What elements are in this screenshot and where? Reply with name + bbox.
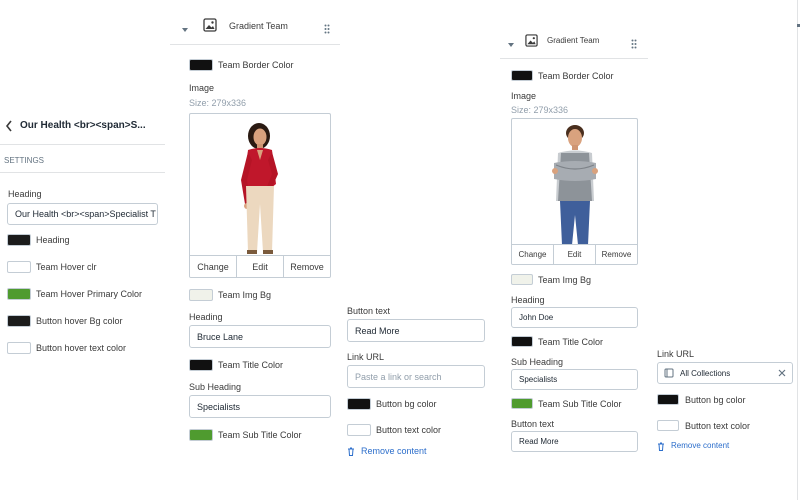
button-bg-label: Button bg color xyxy=(685,395,746,405)
img-bg-label: Team Img Bg xyxy=(218,290,272,300)
subheading-label: Sub Heading xyxy=(511,357,564,367)
image-size: Size: 279x336 xyxy=(189,98,247,108)
trash-icon xyxy=(348,447,354,456)
button-text-label: Button text xyxy=(511,419,555,429)
change-image-button[interactable]: Change xyxy=(190,256,236,277)
link-url-input[interactable]: Paste a link or search xyxy=(347,365,485,388)
remove-image-button[interactable]: Remove xyxy=(595,245,637,264)
chevron-left-icon xyxy=(5,120,12,132)
block-title: Gradient Team xyxy=(547,36,600,45)
link-url-input[interactable]: All Collections xyxy=(657,362,793,384)
image-preview xyxy=(528,119,622,245)
button-text-label: Button text xyxy=(347,306,391,316)
remove-content-label: Remove content xyxy=(361,446,427,456)
divider xyxy=(0,144,165,145)
link-url-label: Link URL xyxy=(347,352,385,362)
button-bg-label: Button bg color xyxy=(376,399,437,409)
subtitle-color-label: Team Sub Title Color xyxy=(218,430,302,440)
subheading-label: Sub Heading xyxy=(189,382,242,392)
border-color-label: Team Border Color xyxy=(218,60,294,70)
button-bg-swatch[interactable] xyxy=(657,394,679,405)
collapse-toggle[interactable] xyxy=(507,36,517,47)
block-title: Gradient Team xyxy=(229,21,288,31)
image-block-icon xyxy=(525,34,538,47)
subtitle-color-swatch[interactable] xyxy=(511,398,533,409)
woman-photo xyxy=(241,123,278,254)
collapse-toggle[interactable] xyxy=(181,21,191,32)
image-actions: Change Edit Remove xyxy=(190,255,330,277)
heading-input[interactable]: Bruce Lane xyxy=(189,325,331,348)
button-text-color-label: Button text color xyxy=(685,421,751,431)
title-color-swatch[interactable] xyxy=(511,336,533,347)
link-url-label: Link URL xyxy=(657,349,695,359)
man-photo xyxy=(552,125,598,245)
color-swatch[interactable] xyxy=(7,342,31,354)
trash-icon xyxy=(658,442,664,451)
button-text-color-label: Button text color xyxy=(376,425,442,435)
image-picker: Change Edit Remove xyxy=(511,118,638,265)
collection-icon xyxy=(664,368,674,378)
remove-image-button[interactable]: Remove xyxy=(283,256,330,277)
img-bg-label: Team Img Bg xyxy=(538,275,592,285)
subtitle-color-label: Team Sub Title Color xyxy=(538,399,622,409)
divider xyxy=(170,44,340,45)
edit-image-button[interactable]: Edit xyxy=(553,245,595,264)
back-button[interactable] xyxy=(4,119,16,133)
remove-content-button[interactable]: Remove content xyxy=(347,446,457,456)
remove-content-label: Remove content xyxy=(671,441,730,450)
change-image-button[interactable]: Change xyxy=(512,245,553,264)
image-actions: Change Edit Remove xyxy=(512,244,637,264)
title-color-label: Team Title Color xyxy=(538,337,604,347)
link-url-value: All Collections xyxy=(680,368,731,378)
drag-handle-icon[interactable] xyxy=(324,21,330,34)
border-color-swatch[interactable] xyxy=(189,59,213,71)
image-label: Image xyxy=(189,83,215,93)
remove-content-button[interactable]: Remove content xyxy=(657,441,777,451)
button-bg-swatch[interactable] xyxy=(347,398,371,410)
divider xyxy=(0,172,165,173)
color-swatch[interactable] xyxy=(7,261,31,273)
image-preview xyxy=(208,114,312,256)
image-label: Image xyxy=(511,91,537,101)
color-label: Team Hover clr xyxy=(36,262,97,272)
heading-input[interactable]: John Doe xyxy=(511,307,638,328)
title-color-label: Team Title Color xyxy=(218,360,284,370)
divider xyxy=(500,58,648,59)
edit-image-button[interactable]: Edit xyxy=(236,256,283,277)
color-label: Button hover text color xyxy=(36,343,127,353)
button-text-color-swatch[interactable] xyxy=(657,420,679,431)
section-title: Our Health <br><span>S... xyxy=(20,120,146,131)
caret-down-icon xyxy=(182,28,188,32)
subtitle-color-swatch[interactable] xyxy=(189,429,213,441)
close-icon[interactable] xyxy=(778,369,786,377)
heading-input[interactable]: Our Health <br><span>Specialist T xyxy=(7,203,158,225)
img-bg-swatch[interactable] xyxy=(511,274,533,285)
caret-down-icon xyxy=(508,43,514,47)
button-text-color-swatch[interactable] xyxy=(347,424,371,436)
color-swatch[interactable] xyxy=(7,288,31,300)
button-text-input[interactable]: Read More xyxy=(511,431,638,452)
color-label: Team Hover Primary Color xyxy=(36,289,143,299)
settings-label: SETTINGS xyxy=(4,156,45,165)
heading-label: Heading xyxy=(8,189,42,199)
drag-handle-icon[interactable] xyxy=(631,36,637,49)
title-color-swatch[interactable] xyxy=(189,359,213,371)
panel-edge-line xyxy=(797,0,798,500)
color-label: Heading xyxy=(36,235,70,245)
button-text-input[interactable]: Read More xyxy=(347,319,485,342)
subheading-input[interactable]: Specialists xyxy=(189,395,331,418)
color-swatch[interactable] xyxy=(7,234,31,246)
heading-label: Heading xyxy=(511,295,545,305)
img-bg-swatch[interactable] xyxy=(189,289,213,301)
image-size: Size: 279x336 xyxy=(511,105,569,115)
subheading-input[interactable]: Specialists xyxy=(511,369,638,390)
color-swatch[interactable] xyxy=(7,315,31,327)
color-label: Button hover Bg color xyxy=(36,316,123,326)
image-picker: Change Edit Remove xyxy=(189,113,331,278)
image-block-icon xyxy=(203,18,217,32)
border-color-label: Team Border Color xyxy=(538,71,614,81)
heading-label: Heading xyxy=(189,312,223,322)
border-color-swatch[interactable] xyxy=(511,70,533,81)
